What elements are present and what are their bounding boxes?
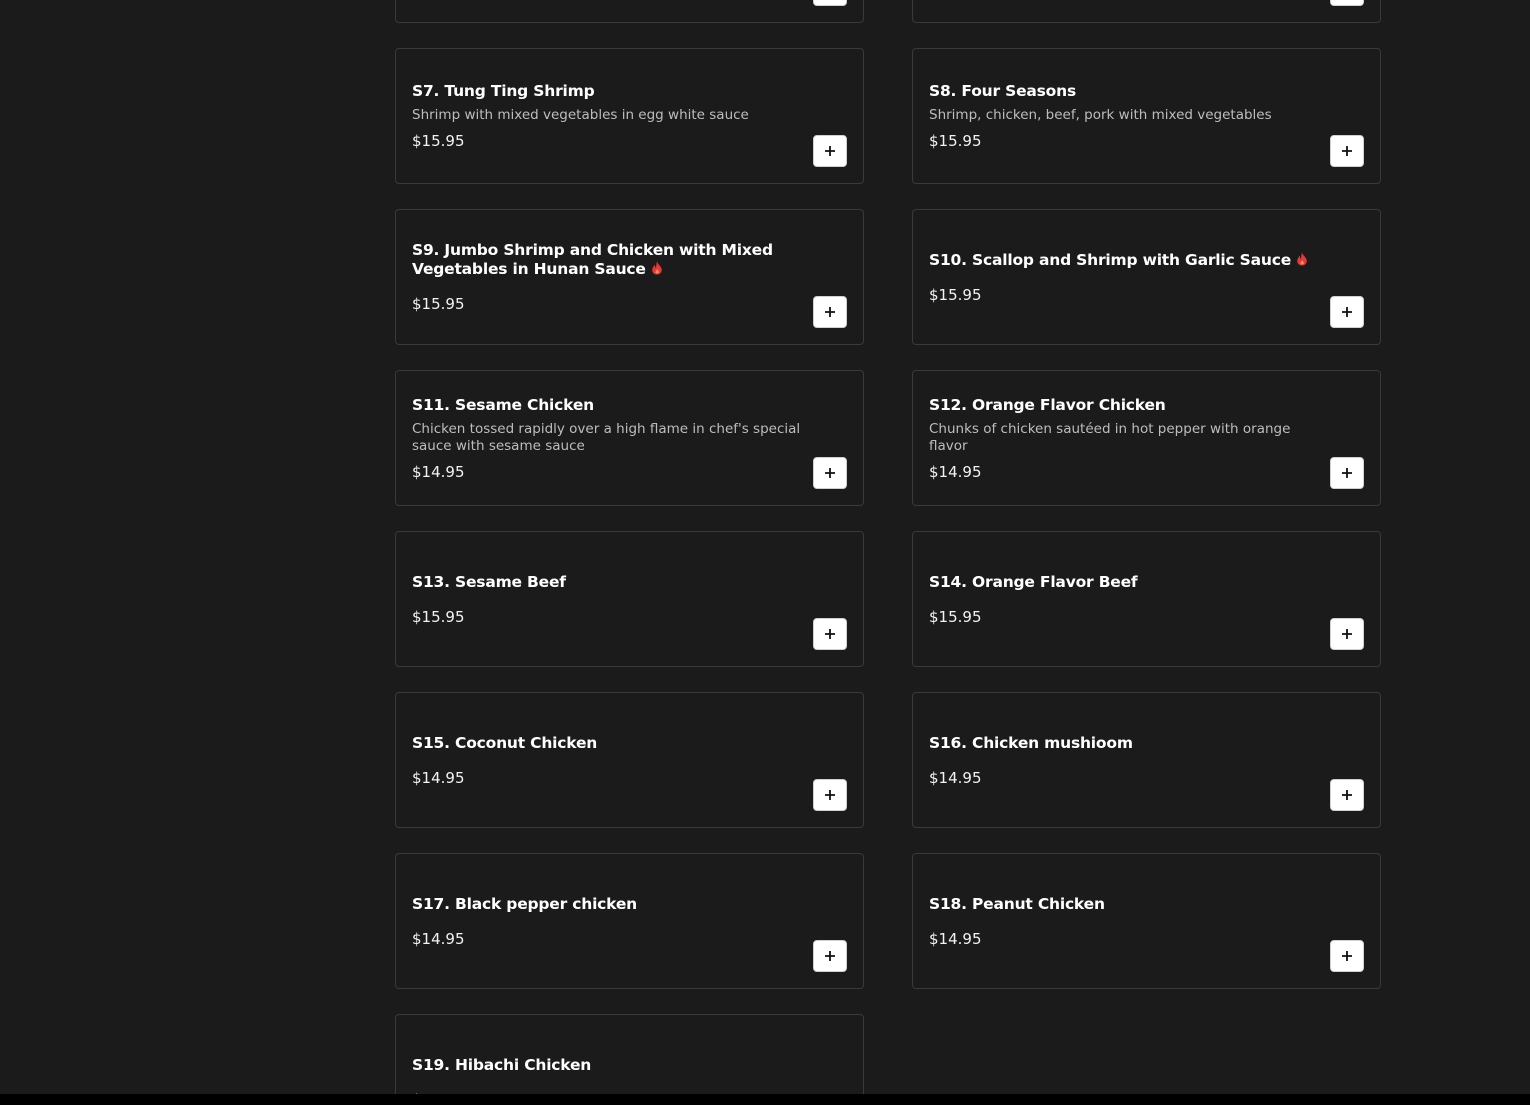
add-to-cart-button[interactable] — [1330, 779, 1364, 811]
add-to-cart-button[interactable] — [1330, 296, 1364, 328]
menu-item-name: S17. Black pepper chicken — [412, 894, 638, 913]
plus-icon — [825, 468, 835, 478]
menu-item-name-row: S9. Jumbo Shrimp and Chicken with Mixed … — [412, 241, 803, 279]
menu-item-price: $14.95 — [412, 929, 465, 948]
menu-item-description: Shrimp with mixed vegetables in egg whit… — [412, 107, 749, 123]
menu-item-name: S11. Sesame Chicken — [412, 395, 594, 414]
flame-icon — [1297, 252, 1307, 265]
add-to-cart-button[interactable] — [813, 0, 847, 6]
menu-item-price: $15.95 — [412, 132, 465, 150]
plus-icon — [825, 146, 835, 156]
menu-item-name: S16. Chicken mushioom — [929, 733, 1133, 752]
menu-item-price: $14.95 — [929, 768, 982, 787]
menu-item-card[interactable]: S19. Hibachi Chicken $14.95 — [395, 1014, 864, 1105]
menu-page: S7. Tung Ting Shrimp Shrimp with mixed v… — [0, 0, 1530, 1105]
plus-icon — [1342, 468, 1352, 478]
menu-item-card[interactable]: S14. Orange Flavor Beef $15.95 — [912, 531, 1381, 667]
flame-icon — [651, 261, 662, 275]
menu-item-card[interactable]: S18. Peanut Chicken $14.95 — [912, 853, 1381, 989]
menu-item-name: S15. Coconut Chicken — [412, 733, 598, 752]
add-to-cart-button[interactable] — [813, 135, 847, 167]
menu-item-name: S19. Hibachi Chicken — [412, 1055, 592, 1074]
plus-icon — [1342, 951, 1352, 961]
add-to-cart-button[interactable] — [1330, 135, 1364, 167]
add-to-cart-button[interactable] — [813, 296, 847, 328]
menu-item-name: S8. Four Seasons — [929, 82, 1076, 100]
menu-item-price: $14.95 — [929, 462, 982, 481]
bottom-bar — [0, 1094, 1530, 1105]
menu-item-name: S7. Tung Ting Shrimp — [412, 82, 595, 100]
plus-icon — [825, 790, 835, 800]
menu-item-price: $15.95 — [929, 607, 982, 626]
menu-item-description: Chunks of chicken sautéed in hot pepper … — [929, 420, 1291, 454]
menu-item-card[interactable]: S17. Black pepper chicken $14.95 — [395, 853, 864, 989]
menu-item-card[interactable]: S8. Four Seasons Shrimp, chicken, beef, … — [912, 48, 1381, 184]
plus-icon — [825, 629, 835, 639]
menu-item-card[interactable]: S9. Jumbo Shrimp and Chicken with Mixed … — [395, 209, 864, 345]
add-to-cart-button[interactable] — [813, 618, 847, 650]
menu-item-price: $14.95 — [412, 768, 465, 787]
add-to-cart-button[interactable] — [1330, 618, 1364, 650]
menu-item-name: S12. Orange Flavor Chicken — [929, 395, 1166, 414]
menu-item-card[interactable]: S12. Orange Flavor Chicken Chunks of chi… — [912, 370, 1381, 506]
add-to-cart-button[interactable] — [813, 779, 847, 811]
add-to-cart-button[interactable] — [1330, 457, 1364, 489]
menu-item-price: $15.95 — [929, 285, 982, 304]
add-to-cart-button[interactable] — [813, 940, 847, 972]
plus-icon — [1342, 307, 1352, 317]
menu-item-name: S13. Sesame Beef — [412, 572, 566, 591]
menu-item-description: Shrimp, chicken, beef, pork with mixed v… — [929, 107, 1272, 123]
menu-item-price: $14.95 — [412, 462, 465, 481]
menu-item-card[interactable]: S11. Sesame Chicken Chicken tossed rapid… — [395, 370, 864, 506]
menu-item-card[interactable] — [912, 0, 1381, 23]
plus-icon — [1342, 146, 1352, 156]
add-to-cart-button[interactable] — [1330, 0, 1364, 6]
menu-item-card[interactable]: S7. Tung Ting Shrimp Shrimp with mixed v… — [395, 48, 864, 184]
plus-icon — [1342, 790, 1352, 800]
plus-icon — [825, 951, 835, 961]
menu-item-card[interactable]: S15. Coconut Chicken $14.95 — [395, 692, 864, 828]
menu-item-grid: S7. Tung Ting Shrimp Shrimp with mixed v… — [395, 0, 1381, 1105]
menu-item-price: $15.95 — [412, 607, 465, 626]
menu-item-name: S9. Jumbo Shrimp and Chicken with Mixed … — [412, 241, 773, 278]
menu-item-name: S14. Orange Flavor Beef — [929, 572, 1138, 591]
add-to-cart-button[interactable] — [813, 457, 847, 489]
menu-item-price: $15.95 — [929, 132, 982, 150]
menu-item-price: $15.95 — [412, 295, 465, 313]
plus-icon — [1342, 629, 1352, 639]
menu-item-card[interactable]: S10. Scallop and Shrimp with Garlic Sauc… — [912, 209, 1381, 345]
menu-item-name-row: S10. Scallop and Shrimp with Garlic Sauc… — [929, 251, 1320, 270]
menu-item-card[interactable]: S16. Chicken mushioom $14.95 — [912, 692, 1381, 828]
menu-item-name: S18. Peanut Chicken — [929, 894, 1105, 913]
menu-item-name: S10. Scallop and Shrimp with Garlic Sauc… — [929, 250, 1292, 269]
plus-icon — [825, 307, 835, 317]
menu-item-card[interactable]: S13. Sesame Beef $15.95 — [395, 531, 864, 667]
menu-item-card[interactable] — [395, 0, 864, 23]
add-to-cart-button[interactable] — [1330, 940, 1364, 972]
menu-item-description: Chicken tossed rapidly over a high flame… — [412, 420, 801, 454]
menu-item-price: $14.95 — [929, 929, 982, 948]
